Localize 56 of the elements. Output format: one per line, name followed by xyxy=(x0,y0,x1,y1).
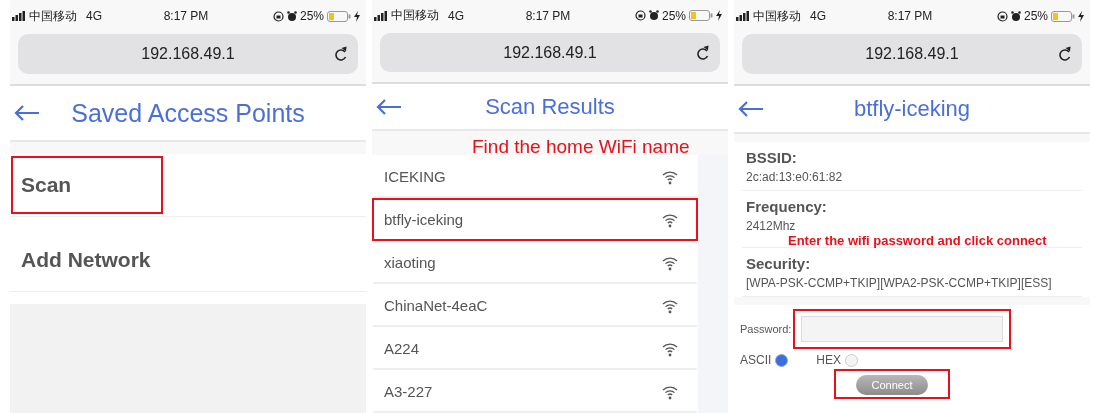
network-type: 4G xyxy=(448,8,464,23)
status-time: 8:17 PM xyxy=(163,9,209,23)
alarm-icon xyxy=(286,10,297,22)
field-value: 2412Mhz xyxy=(746,219,796,233)
field-label: Frequency: xyxy=(746,198,828,215)
network-type: 4G xyxy=(86,9,102,23)
address-bar[interactable]: 192.168.49.1 xyxy=(742,34,1082,74)
rotation-lock-icon xyxy=(272,10,284,22)
field-value: [WPA-PSK-CCMP+TKIP][WPA2-PSK-CCMP+TKIP][ESS] xyxy=(746,276,1052,290)
battery-percent: 25% xyxy=(1023,9,1048,23)
carrier-name: 中国移动 xyxy=(753,7,801,25)
reload-icon[interactable] xyxy=(334,46,348,62)
password-label: Password: xyxy=(740,323,792,335)
page-title: btfly-iceking xyxy=(852,96,972,122)
annotation-text: Enter the wifi password and click connect xyxy=(788,233,1047,248)
address-bar[interactable]: 192.168.49.1 xyxy=(18,34,358,74)
radio-button[interactable] xyxy=(845,353,859,367)
network-type: 4G xyxy=(810,9,826,23)
signal-icon xyxy=(736,11,750,21)
back-arrow-icon[interactable] xyxy=(376,98,402,115)
reload-icon[interactable] xyxy=(1058,46,1072,62)
alarm-icon xyxy=(648,10,659,22)
battery-icon xyxy=(327,10,351,22)
battery-percent: 25% xyxy=(299,9,324,23)
battery-icon xyxy=(1051,10,1075,22)
radio-label: HEX xyxy=(816,353,842,367)
charging-bolt-icon xyxy=(354,10,360,22)
signal-icon xyxy=(12,11,26,21)
charging-bolt-icon xyxy=(1078,10,1084,22)
carrier-name: 中国移动 xyxy=(391,7,439,25)
rotation-lock-icon xyxy=(996,10,1008,22)
address-bar[interactable]: 192.168.49.1 xyxy=(380,33,720,73)
annotation-text: Find the home WiFi name xyxy=(472,136,690,158)
back-arrow-icon[interactable] xyxy=(738,101,764,117)
field-value: 2c:ad:13:e0:61:82 xyxy=(746,170,843,184)
password-field[interactable] xyxy=(793,309,1012,349)
signal-icon xyxy=(374,10,388,21)
page-title: Scan Results xyxy=(484,93,616,120)
battery-icon xyxy=(689,10,713,22)
status-time: 8:17 PM xyxy=(525,8,571,23)
menu-item[interactable]: Scan xyxy=(11,156,163,214)
alarm-icon xyxy=(1010,10,1021,22)
rotation-lock-icon xyxy=(634,10,646,22)
charging-bolt-icon xyxy=(716,10,722,22)
battery-percent: 25% xyxy=(661,8,686,23)
menu-item[interactable]: Add Network xyxy=(11,231,163,289)
field-label: BSSID: xyxy=(746,149,798,166)
radio-button[interactable] xyxy=(775,353,789,367)
field-label: Security: xyxy=(746,255,812,272)
page-title: Saved Access Points xyxy=(70,98,306,128)
back-arrow-icon[interactable] xyxy=(14,105,40,121)
radio-label: ASCII xyxy=(740,353,772,367)
carrier-name: 中国移动 xyxy=(29,7,77,25)
reload-icon[interactable] xyxy=(696,45,710,62)
network-item[interactable]: btfly-iceking xyxy=(372,198,698,241)
status-time: 8:17 PM xyxy=(887,9,933,23)
